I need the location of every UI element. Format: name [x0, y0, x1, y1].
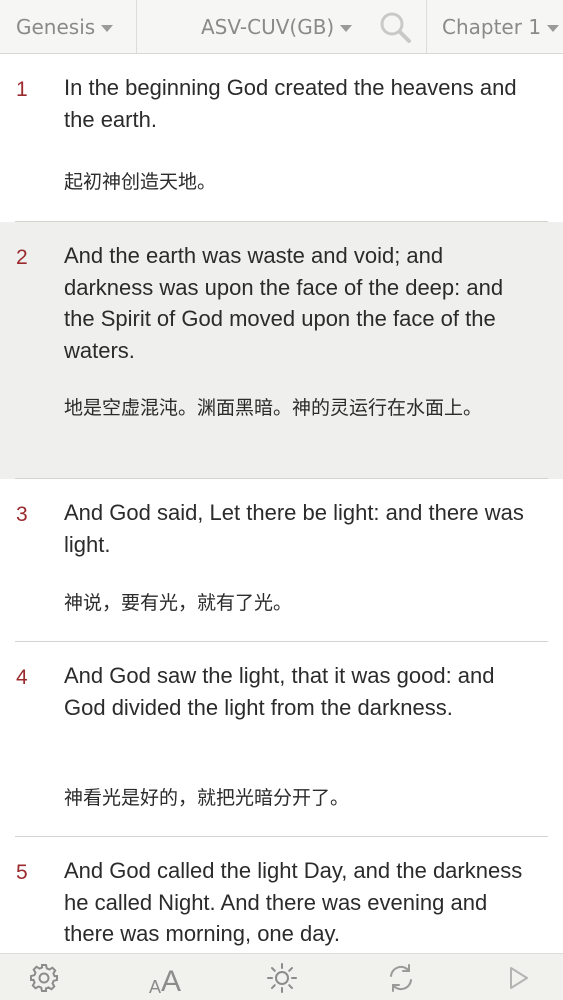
book-selector[interactable]: Genesis [0, 0, 137, 53]
verse-list: 1 In the beginning God created the heave… [0, 54, 563, 967]
chapter-selector[interactable]: Chapter 1 [427, 0, 563, 53]
verse-number: 5 [16, 861, 28, 884]
chapter-label: Chapter 1 [442, 14, 542, 39]
verse-text-english: In the beginning God created the heavens… [64, 75, 517, 132]
verse-item[interactable]: 4 And God saw the light, that it was goo… [0, 642, 563, 837]
top-nav-bar: Genesis ASV-CUV(GB) Chapter 1 [0, 0, 563, 54]
chevron-down-icon [101, 24, 114, 32]
search-icon[interactable] [378, 10, 412, 44]
verse-text-chinese: 起初神创造天地。 [64, 171, 217, 193]
brightness-icon [267, 963, 297, 993]
verse-item[interactable]: 2 And the earth was waste and void; and … [0, 222, 563, 479]
verse-text-english: And God said, Let there be light: and th… [64, 500, 524, 557]
verse-text-english: And God called the light Day, and the da… [64, 858, 523, 946]
play-icon [510, 967, 528, 989]
verse-number: 4 [16, 666, 28, 689]
brightness-button[interactable] [264, 960, 300, 996]
settings-button[interactable] [26, 960, 62, 996]
chevron-down-icon [340, 24, 353, 32]
verse-text-chinese: 神看光是好的，就把光暗分开了。 [64, 787, 350, 809]
verse-item[interactable]: 1 In the beginning God created the heave… [0, 54, 563, 222]
book-label: Genesis [16, 14, 96, 39]
play-button[interactable] [500, 960, 536, 996]
font-size-icon-large: A [161, 965, 182, 998]
verse-item[interactable]: 5 And God called the light Day, and the … [0, 837, 563, 967]
verse-number: 2 [16, 246, 28, 269]
verse-text-english: And the earth was waste and void; and da… [64, 243, 504, 363]
verse-text-english: And God saw the light, that it was good:… [64, 663, 495, 720]
verse-text-chinese: 神说，要有光，就有了光。 [64, 592, 293, 614]
sync-button[interactable] [383, 960, 419, 996]
verse-number: 3 [16, 503, 28, 526]
version-label: ASV-CUV(GB) [201, 14, 335, 39]
sync-icon [390, 964, 412, 992]
verse-number: 1 [16, 78, 28, 101]
font-size-button[interactable]: A A [142, 960, 188, 998]
gear-icon [30, 964, 58, 992]
bottom-toolbar: A A [0, 953, 563, 1000]
font-size-icon-small: A [148, 977, 161, 997]
verse-text-chinese: 地是空虚混沌。渊面黑暗。神的灵运行在水面上。 [64, 397, 483, 419]
chevron-down-icon [547, 24, 560, 32]
verse-item[interactable]: 3 And God said, Let there be light: and … [0, 479, 563, 642]
